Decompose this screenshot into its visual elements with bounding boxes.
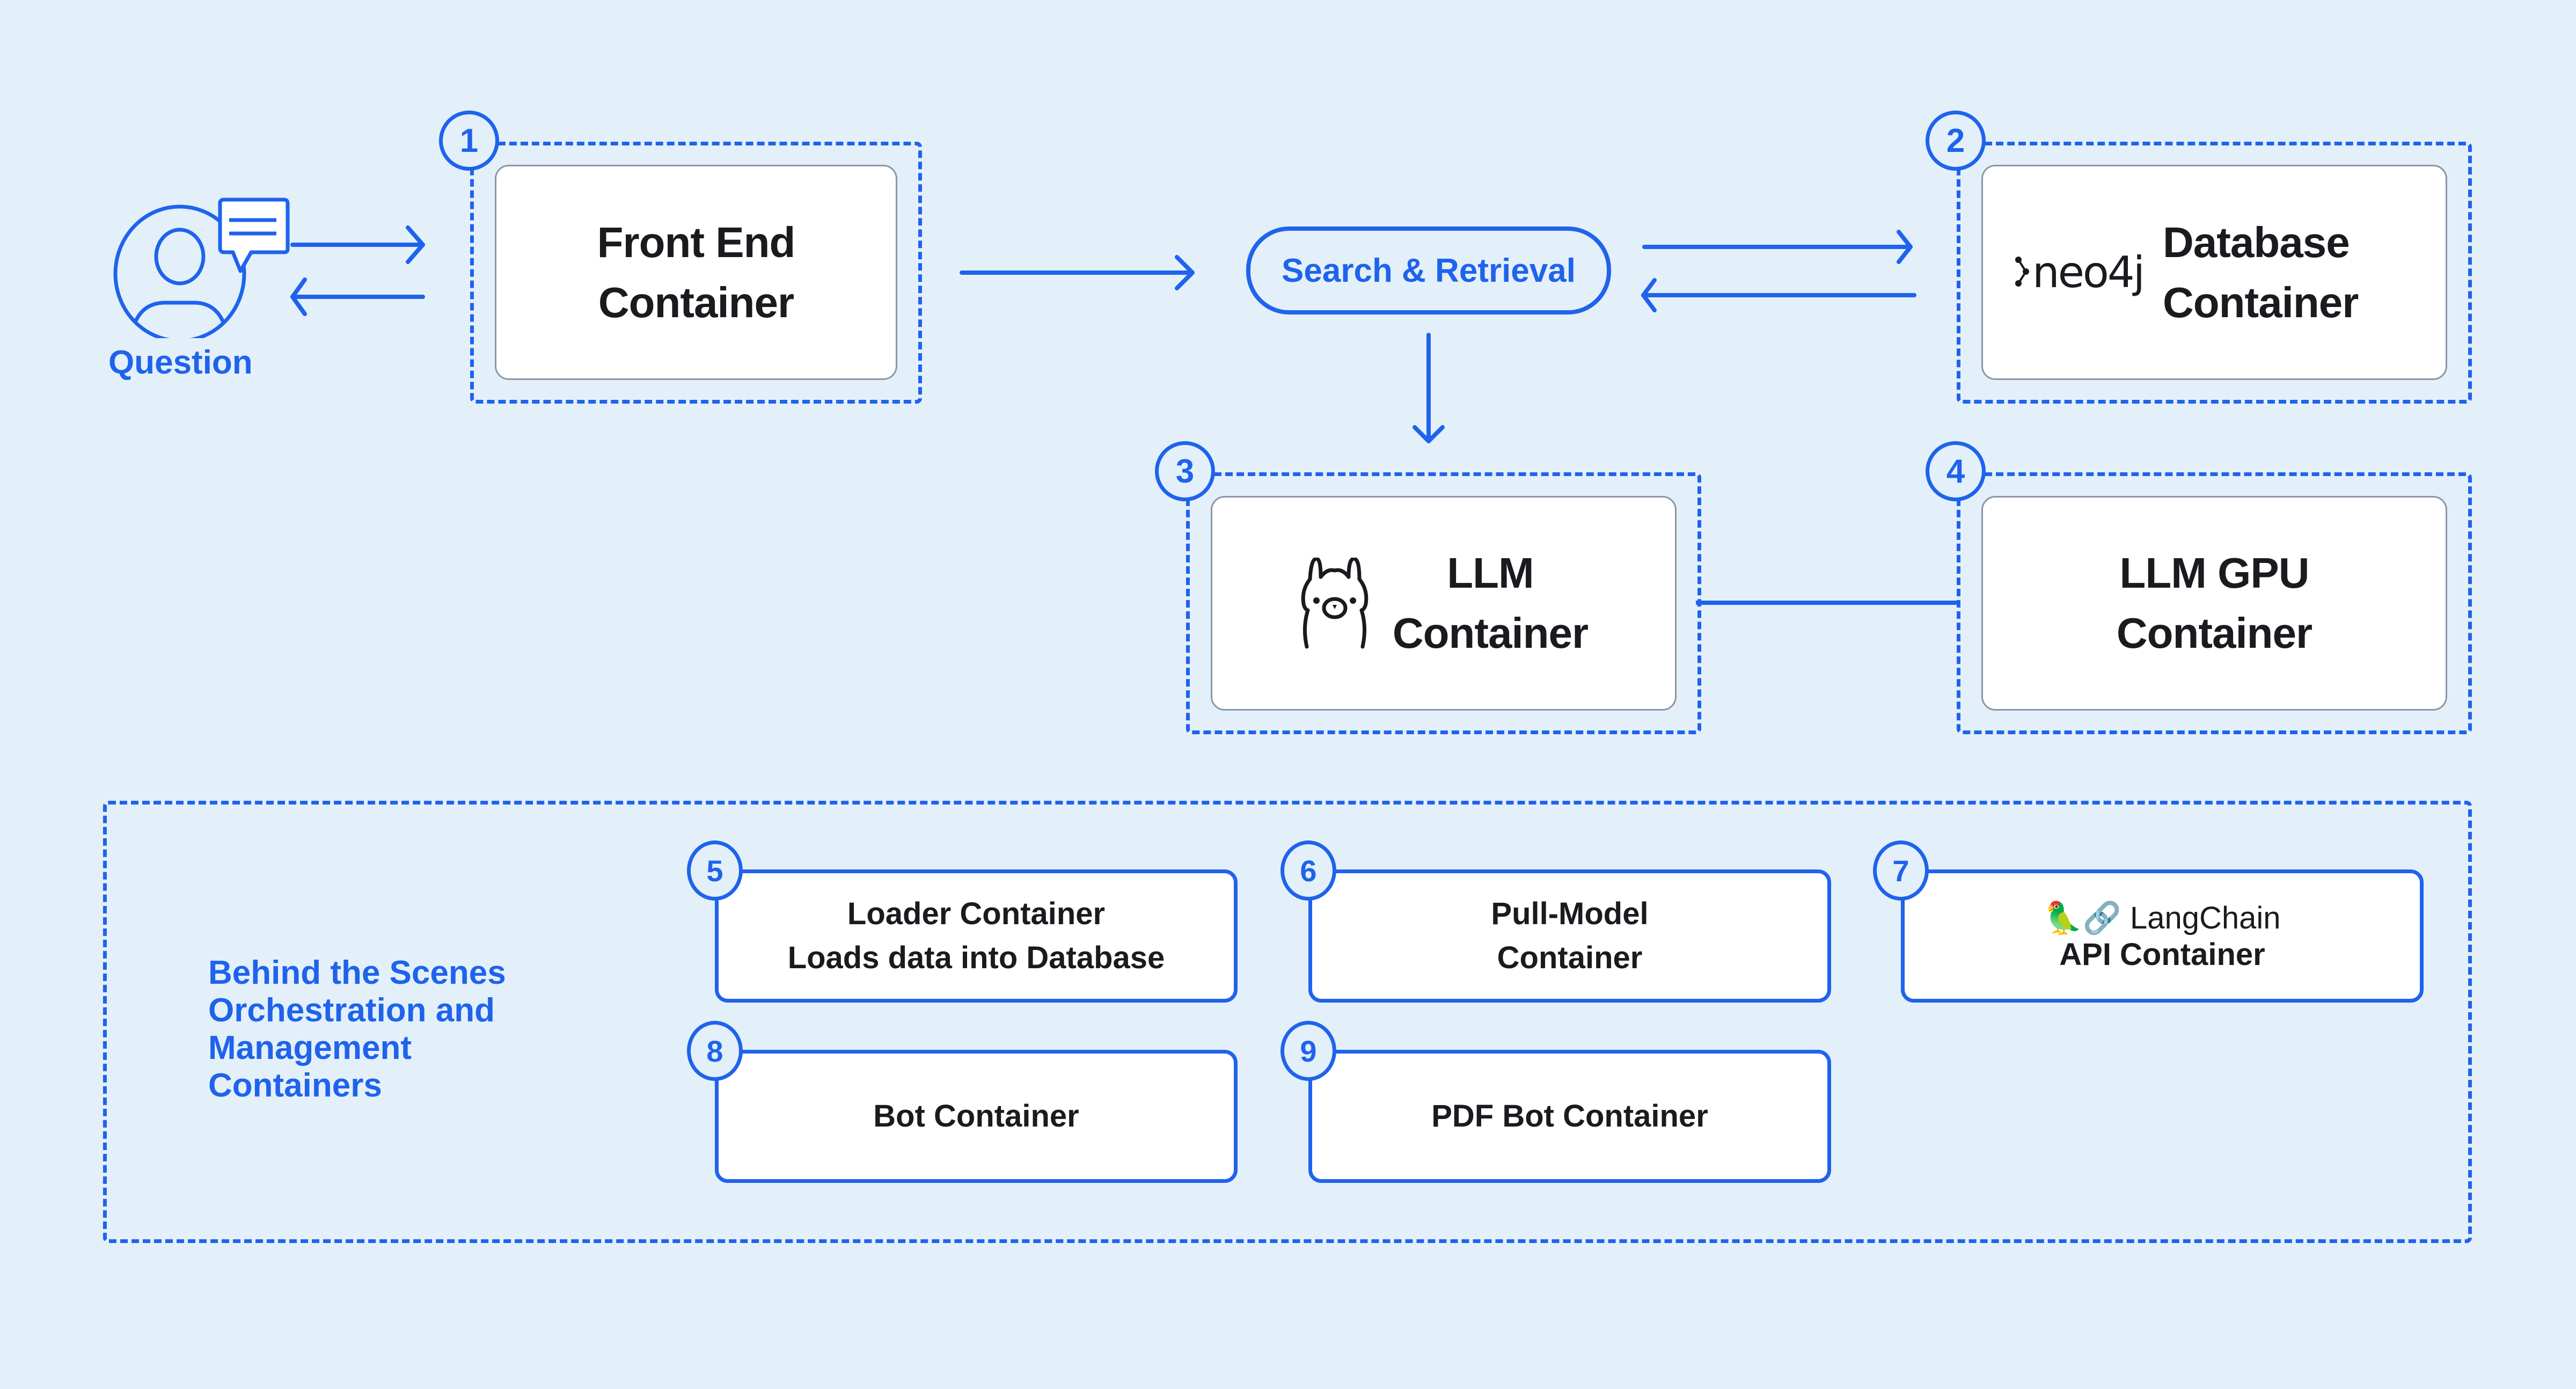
bot-container-title: Bot Container — [873, 1099, 1079, 1134]
title-line-3: Management — [208, 1029, 412, 1066]
pull-model-container-title: Pull-Model — [1491, 896, 1649, 931]
neo4j-logo-text: neo4j — [2032, 247, 2145, 297]
database-container-card[interactable]: neo4j Database Container — [1981, 165, 2447, 380]
step-badge-5: 5 — [687, 840, 743, 901]
loader-container-subtitle: Loads data into Database — [787, 940, 1165, 975]
pdf-bot-container-title: PDF Bot Container — [1431, 1099, 1708, 1134]
arrow-search-to-database — [1642, 230, 1913, 264]
llm-gpu-container-subtitle: Container — [2116, 609, 2312, 657]
llm-gpu-container-title: LLM GPU — [2119, 549, 2310, 597]
arrow-frontend-to-question — [290, 277, 425, 316]
question-node: Question — [102, 177, 306, 392]
langchain-logo: 🦜🔗 LangChain — [2044, 901, 2281, 935]
user-chat-icon — [113, 198, 290, 343]
title-line-1: Behind the Scenes — [208, 954, 506, 991]
llm-container-card[interactable]: LLM Container — [1211, 496, 1677, 711]
question-label: Question — [108, 344, 253, 381]
pull-model-container-card[interactable]: Pull-Model Container — [1308, 869, 1831, 1003]
title-line-2: Orchestration and — [208, 992, 495, 1029]
search-retrieval-label: Search & Retrieval — [1282, 252, 1576, 289]
llm-container-subtitle: Container — [1392, 609, 1589, 657]
behind-the-scenes-title: Behind the Scenes Orchestration and Mana… — [208, 954, 506, 1105]
step-badge-2: 2 — [1926, 111, 1986, 171]
database-container-subtitle: Container — [2163, 278, 2359, 326]
step-badge-1: 1 — [439, 111, 499, 171]
title-line-4: Containers — [208, 1067, 382, 1104]
llama-icon — [1301, 558, 1368, 649]
arrow-search-to-llm — [1413, 333, 1445, 443]
pull-model-container-subtitle: Container — [1497, 940, 1643, 975]
step-badge-6: 6 — [1280, 840, 1336, 901]
loader-container-title: Loader Container — [847, 896, 1106, 931]
step-badge-7: 7 — [1873, 840, 1929, 901]
pdf-bot-container-card[interactable]: PDF Bot Container — [1308, 1050, 1831, 1183]
llm-gpu-container-card[interactable]: LLM GPU Container — [1981, 496, 2447, 711]
llm-container-title: LLM — [1447, 549, 1534, 597]
search-retrieval-node[interactable]: Search & Retrieval — [1246, 226, 1611, 315]
arrow-frontend-to-search — [960, 255, 1195, 290]
frontend-container-subtitle: Container — [598, 278, 794, 326]
step-badge-3: 3 — [1155, 441, 1215, 501]
step-badge-9: 9 — [1280, 1021, 1336, 1081]
arrow-question-to-frontend — [290, 225, 425, 264]
neo4j-logo: neo4j — [2014, 247, 2145, 297]
database-container-title: Database — [2163, 218, 2350, 266]
loader-container-card[interactable]: Loader Container Loads data into Databas… — [715, 869, 1238, 1003]
neo4j-graph-icon — [2015, 256, 2029, 287]
frontend-container-card[interactable]: Front End Container — [495, 165, 897, 380]
step-badge-4: 4 — [1926, 441, 1986, 501]
langchain-api-container-card[interactable]: 🦜🔗 LangChain API Container — [1901, 869, 2424, 1003]
frontend-container-title: Front End — [597, 218, 796, 266]
step-badge-8: 8 — [687, 1021, 743, 1081]
bot-container-card[interactable]: Bot Container — [715, 1050, 1238, 1183]
langchain-api-container-title: API Container — [2059, 937, 2265, 972]
arrow-database-to-search — [1641, 278, 1916, 312]
